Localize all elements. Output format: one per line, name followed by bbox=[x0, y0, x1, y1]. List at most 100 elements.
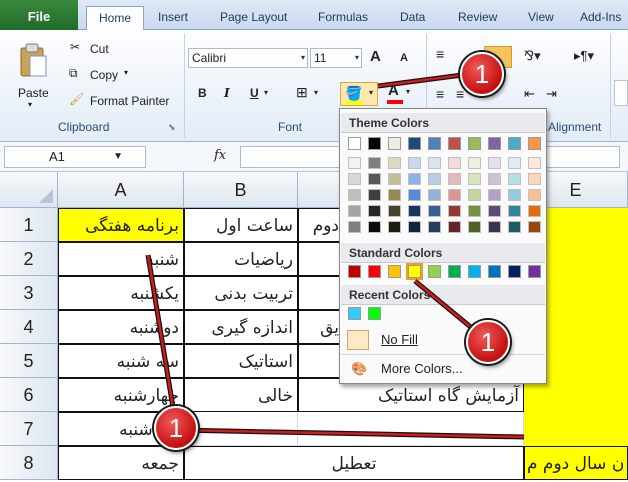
column-header-b[interactable]: B bbox=[184, 172, 298, 208]
cell-e8[interactable]: ن سال دوم م bbox=[524, 446, 628, 480]
standard-color-swatch[interactable] bbox=[508, 265, 521, 278]
tab-view[interactable]: View bbox=[528, 6, 554, 30]
cell-a1[interactable]: برنامه هفتگی bbox=[58, 208, 184, 242]
theme-shade-swatch[interactable] bbox=[528, 205, 541, 217]
theme-shade-swatch[interactable] bbox=[368, 173, 381, 185]
row-header[interactable]: 2 bbox=[0, 242, 58, 276]
theme-shade-swatch[interactable] bbox=[528, 157, 541, 169]
no-fill-option[interactable]: No Fill bbox=[341, 327, 545, 353]
row-header[interactable]: 5 bbox=[0, 344, 58, 378]
theme-shade-swatch[interactable] bbox=[488, 173, 501, 185]
theme-shade-swatch[interactable] bbox=[388, 189, 401, 201]
italic-button[interactable]: I bbox=[224, 86, 230, 100]
theme-shade-swatch[interactable] bbox=[408, 173, 421, 185]
tab-review[interactable]: Review bbox=[458, 6, 497, 30]
merge-button[interactable] bbox=[614, 80, 628, 106]
theme-shade-swatch[interactable] bbox=[488, 157, 501, 169]
column-header-a[interactable]: A bbox=[58, 172, 184, 208]
theme-shade-swatch[interactable] bbox=[388, 157, 401, 169]
theme-shade-swatch[interactable] bbox=[368, 189, 381, 201]
theme-shade-swatch[interactable] bbox=[468, 173, 481, 185]
cell-b7[interactable] bbox=[184, 412, 298, 446]
right-to-left-icon[interactable]: ▸¶▾ bbox=[574, 48, 594, 64]
theme-color-swatch[interactable] bbox=[528, 137, 541, 150]
theme-color-swatch[interactable] bbox=[388, 137, 401, 150]
standard-color-swatch[interactable] bbox=[488, 265, 501, 278]
cell-b1[interactable]: ساعت اول bbox=[184, 208, 298, 242]
theme-shade-swatch[interactable] bbox=[408, 205, 421, 217]
tab-file[interactable]: File bbox=[0, 0, 78, 30]
borders-icon[interactable]: ⊞ bbox=[296, 84, 308, 101]
tab-page-layout[interactable]: Page Layout bbox=[220, 6, 287, 30]
theme-shade-swatch[interactable] bbox=[408, 189, 421, 201]
theme-shade-swatch[interactable] bbox=[428, 205, 441, 217]
theme-color-swatch[interactable] bbox=[488, 137, 501, 150]
cell-b6[interactable]: خالی bbox=[184, 378, 298, 412]
row-header[interactable]: 6 bbox=[0, 378, 58, 412]
cell-c5[interactable] bbox=[298, 344, 344, 378]
theme-shade-swatch[interactable] bbox=[428, 189, 441, 201]
row-header[interactable]: 1 bbox=[0, 208, 58, 242]
row-header[interactable]: 7 bbox=[0, 412, 58, 446]
copy-button[interactable]: ⧉ Copy ▾ bbox=[66, 66, 156, 86]
chevron-down-icon[interactable]: ▾ bbox=[264, 88, 268, 97]
theme-shade-swatch[interactable] bbox=[448, 221, 461, 233]
theme-shade-swatch[interactable] bbox=[508, 189, 521, 201]
decrease-indent-icon[interactable]: ⇤ bbox=[524, 86, 535, 102]
tab-formulas[interactable]: Formulas bbox=[318, 6, 368, 30]
theme-shade-swatch[interactable] bbox=[468, 221, 481, 233]
theme-shade-swatch[interactable] bbox=[348, 173, 361, 185]
increase-indent-icon[interactable]: ⇥ bbox=[546, 86, 557, 102]
theme-shade-swatch[interactable] bbox=[428, 157, 441, 169]
insert-function-icon[interactable]: fx bbox=[214, 148, 226, 163]
name-box[interactable]: A1 ▼ bbox=[4, 146, 146, 168]
tab-data[interactable]: Data bbox=[400, 6, 425, 30]
cell-c1[interactable]: دوم bbox=[298, 208, 344, 242]
align-center-icon[interactable]: ≡ bbox=[456, 86, 464, 102]
cell-c4[interactable]: یق bbox=[298, 310, 344, 344]
align-top-icon[interactable]: ≡ bbox=[436, 46, 444, 62]
theme-shade-swatch[interactable] bbox=[348, 205, 361, 217]
cell-b2[interactable]: ریاضیات bbox=[184, 242, 298, 276]
cell-c3[interactable] bbox=[298, 276, 344, 310]
theme-shade-swatch[interactable] bbox=[408, 221, 421, 233]
grow-font-button[interactable]: A bbox=[370, 48, 381, 65]
standard-color-swatch[interactable] bbox=[468, 265, 481, 278]
standard-color-swatch[interactable] bbox=[528, 265, 541, 278]
standard-color-swatch[interactable] bbox=[448, 265, 461, 278]
cell-a8[interactable]: جمعه bbox=[58, 446, 184, 480]
theme-shade-swatch[interactable] bbox=[348, 189, 361, 201]
cell-b8[interactable]: تعطیل bbox=[184, 446, 524, 480]
shrink-font-button[interactable]: A bbox=[400, 52, 408, 64]
font-size-combo[interactable]: 11 ▾ bbox=[310, 48, 362, 68]
theme-color-swatch[interactable] bbox=[428, 137, 441, 150]
theme-shade-swatch[interactable] bbox=[348, 157, 361, 169]
theme-shade-swatch[interactable] bbox=[488, 189, 501, 201]
theme-shade-swatch[interactable] bbox=[408, 157, 421, 169]
cell-a2[interactable]: شنبه bbox=[58, 242, 184, 276]
theme-shade-swatch[interactable] bbox=[468, 205, 481, 217]
dialog-launcher-icon[interactable]: ⬊ bbox=[168, 122, 176, 133]
cell-b3[interactable]: تربیت بدنی bbox=[184, 276, 298, 310]
row-header[interactable]: 3 bbox=[0, 276, 58, 310]
theme-color-swatch[interactable] bbox=[408, 137, 421, 150]
align-left-icon[interactable]: ≡ bbox=[436, 86, 444, 102]
theme-shade-swatch[interactable] bbox=[528, 173, 541, 185]
theme-shade-swatch[interactable] bbox=[448, 205, 461, 217]
cell-a3[interactable]: یکشنبه bbox=[58, 276, 184, 310]
chevron-down-icon[interactable]: ▼ bbox=[113, 147, 123, 167]
bold-button[interactable]: B bbox=[198, 86, 207, 100]
theme-shade-swatch[interactable] bbox=[528, 189, 541, 201]
row-header[interactable]: 8 bbox=[0, 446, 58, 480]
font-name-combo[interactable]: Calibri ▾ bbox=[188, 48, 308, 68]
theme-color-swatch[interactable] bbox=[468, 137, 481, 150]
standard-color-swatch[interactable] bbox=[428, 265, 441, 278]
theme-shade-swatch[interactable] bbox=[368, 157, 381, 169]
theme-shade-swatch[interactable] bbox=[488, 221, 501, 233]
recent-color-swatch[interactable] bbox=[368, 307, 381, 320]
theme-shade-swatch[interactable] bbox=[428, 173, 441, 185]
theme-shade-swatch[interactable] bbox=[388, 221, 401, 233]
standard-color-swatch[interactable] bbox=[348, 265, 361, 278]
theme-shade-swatch[interactable] bbox=[508, 221, 521, 233]
underline-button[interactable]: U bbox=[250, 86, 259, 100]
